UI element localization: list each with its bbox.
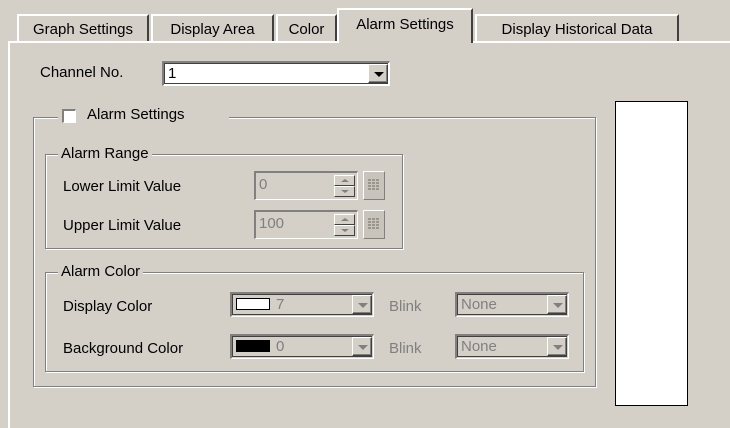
upper-limit-value: 100 (259, 215, 285, 232)
channel-select[interactable]: 1 (162, 61, 390, 86)
chevron-down-icon (553, 303, 563, 308)
upper-limit-down-button (334, 225, 355, 236)
alarm-settings-checkbox[interactable] (62, 109, 76, 123)
lower-limit-up-button (334, 175, 355, 186)
alarm-range-legend: Alarm Range (58, 145, 152, 162)
upper-limit-input: 100 (254, 210, 358, 239)
background-color-select: 0 (230, 334, 374, 359)
keypad-icon (368, 179, 379, 190)
tab-display-area-label: Display Area (170, 20, 255, 38)
display-blink-select: None (455, 292, 569, 317)
display-color-dropdown-button (352, 295, 372, 314)
lower-limit-spinner (334, 175, 355, 197)
chevron-down-icon (358, 303, 368, 308)
arrow-down-icon (341, 229, 349, 232)
display-blink-dropdown-button (547, 295, 567, 314)
tab-alarm-settings[interactable]: Alarm Settings (337, 8, 473, 43)
upper-limit-keypad-button (363, 210, 385, 239)
arrow-down-icon (341, 190, 349, 193)
background-color-dropdown-button (352, 337, 372, 356)
chevron-down-icon (374, 72, 384, 77)
display-color-value: 7 (276, 296, 285, 313)
arrow-up-icon (341, 218, 349, 221)
alarm-settings-legend: Alarm Settings (58, 106, 229, 123)
upper-limit-label: Upper Limit Value (63, 217, 182, 234)
tab-display-area[interactable]: Display Area (151, 14, 274, 42)
display-color-select: 7 (230, 292, 374, 317)
background-color-value: 0 (276, 338, 285, 355)
channel-label: Channel No. (40, 64, 124, 81)
display-color-label: Display Color (63, 298, 153, 315)
tab-graph-settings[interactable]: Graph Settings (17, 14, 149, 42)
tab-alarm-settings-label: Alarm Settings (356, 16, 454, 33)
lower-limit-keypad-button (363, 171, 385, 200)
tab-display-historical-data[interactable]: Display Historical Data (475, 14, 679, 42)
keypad-icon (368, 218, 379, 229)
upper-limit-spinner (334, 214, 355, 236)
chevron-down-icon (553, 345, 563, 350)
chevron-down-icon (358, 345, 368, 350)
display-color-swatch (236, 298, 270, 310)
background-blink-dropdown-button (547, 337, 567, 356)
display-blink-value: None (461, 296, 497, 313)
alarm-settings-checkbox-label[interactable]: Alarm Settings (87, 106, 185, 123)
background-blink-value: None (461, 338, 497, 355)
lower-limit-down-button (334, 186, 355, 197)
tab-display-historical-data-label: Display Historical Data (501, 20, 653, 38)
graph-preview (615, 101, 688, 406)
tab-color-label: Color (288, 20, 325, 38)
upper-limit-up-button (334, 214, 355, 225)
tab-color[interactable]: Color (276, 14, 337, 42)
display-blink-label: Blink (389, 298, 422, 315)
lower-limit-input: 0 (254, 171, 358, 200)
background-color-swatch (236, 340, 270, 352)
channel-value: 1 (168, 65, 177, 82)
arrow-up-icon (341, 179, 349, 182)
channel-dropdown-button[interactable] (368, 64, 388, 83)
background-blink-label: Blink (389, 340, 422, 357)
lower-limit-value: 0 (259, 176, 268, 193)
background-blink-select: None (455, 334, 569, 359)
alarm-color-legend: Alarm Color (58, 263, 144, 280)
background-color-label: Background Color (63, 340, 184, 357)
tab-graph-settings-label: Graph Settings (32, 20, 134, 38)
lower-limit-label: Lower Limit Value (63, 178, 182, 195)
